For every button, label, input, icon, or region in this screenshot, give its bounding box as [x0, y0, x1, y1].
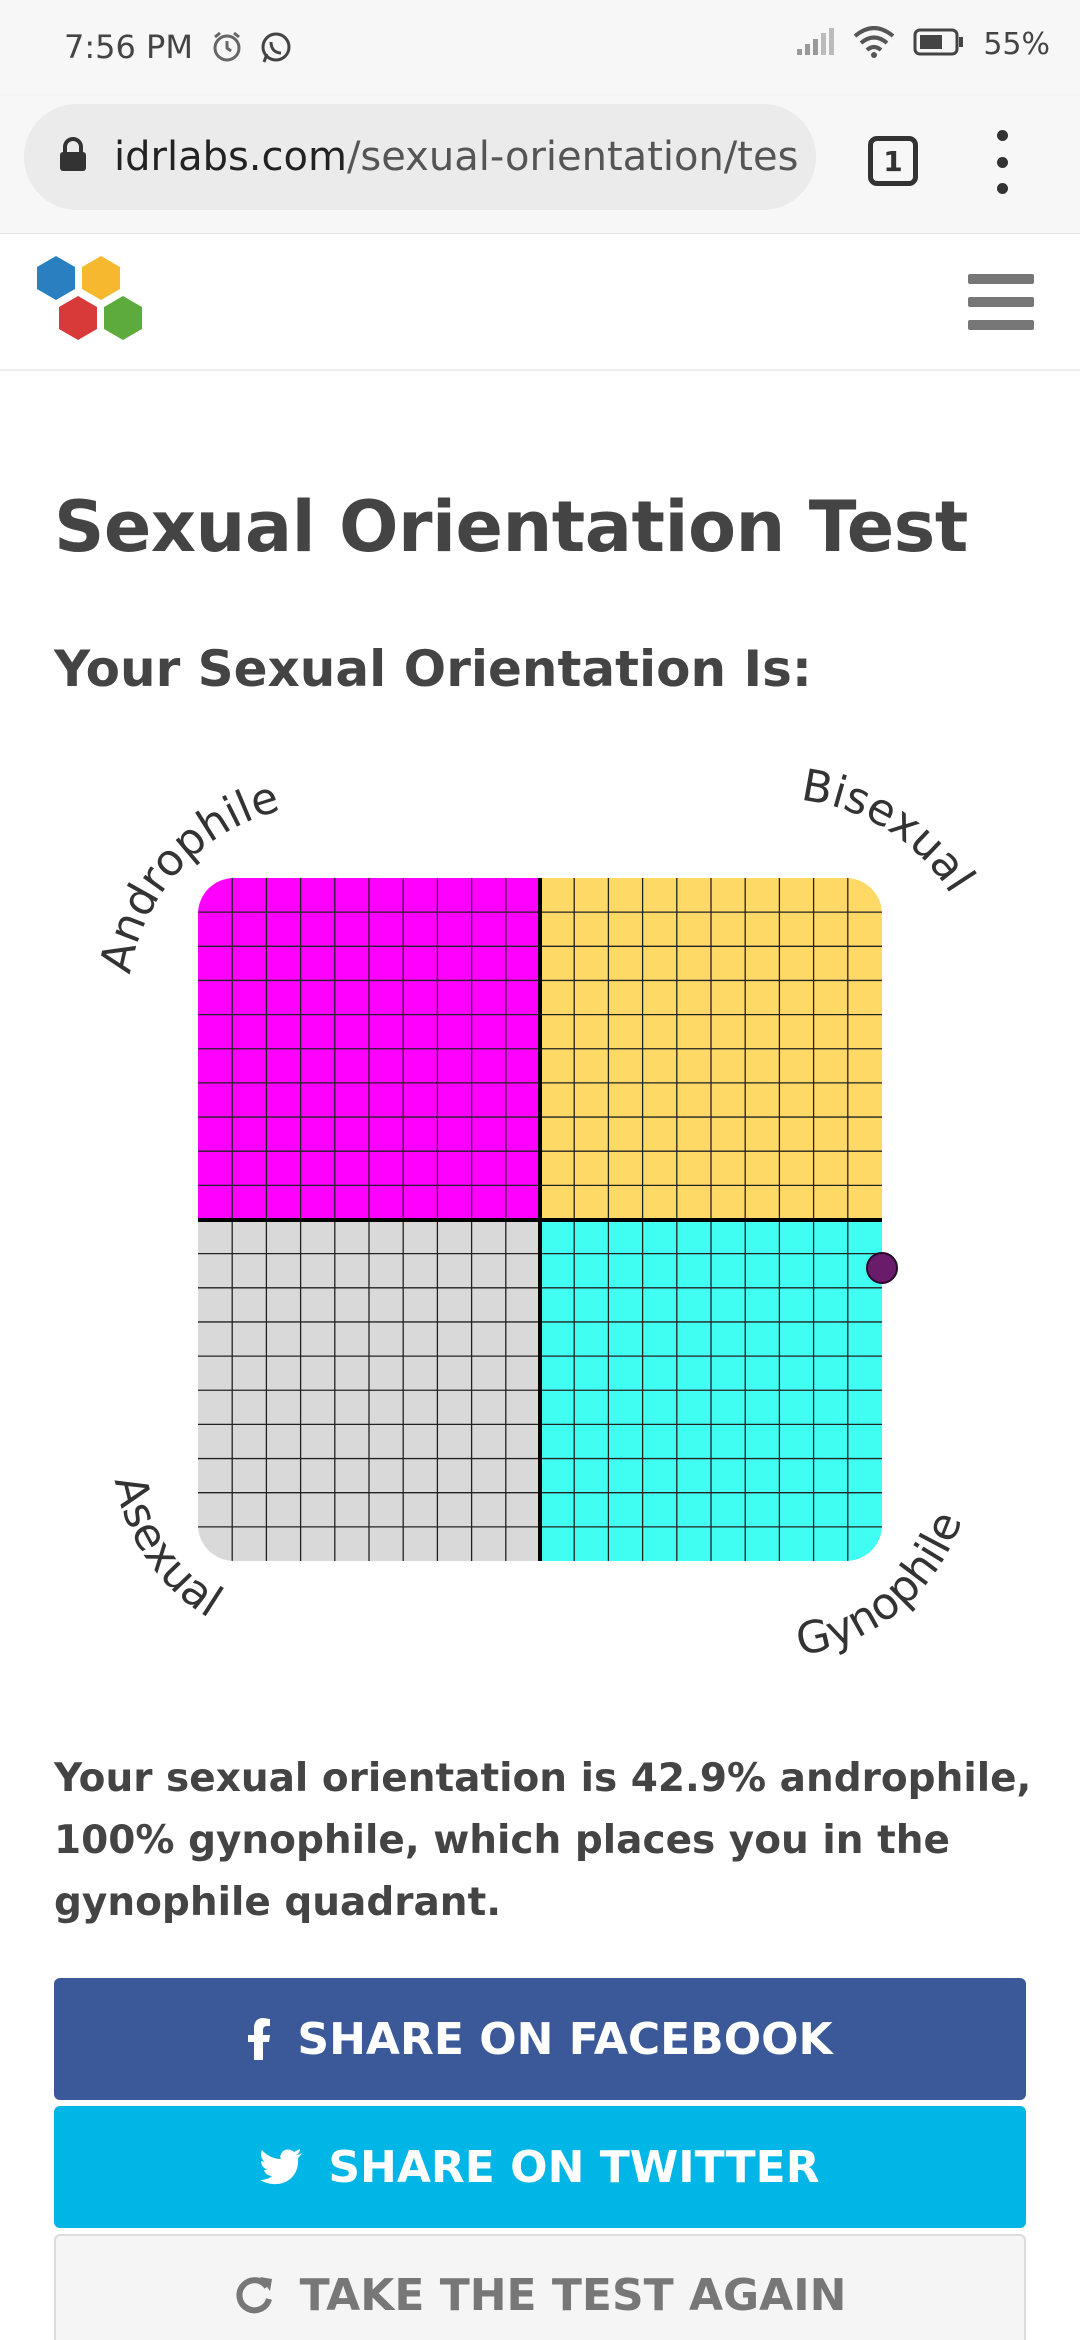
status-time: 7:56 PM: [64, 28, 193, 66]
orientation-chart: Androphile Bisexual Asexual Gynophile: [0, 760, 1080, 1666]
result-heading: Your Sexual Orientation Is:: [54, 640, 812, 698]
site-header: [0, 234, 1080, 371]
site-logo[interactable]: [26, 254, 156, 354]
url-text: idrlabs.com/sexual-orientation/tes: [114, 134, 798, 180]
tab-switcher-button[interactable]: 1: [868, 136, 918, 186]
battery-percentage: 55%: [983, 26, 1050, 62]
address-bar[interactable]: idrlabs.com/sexual-orientation/tes: [24, 104, 816, 210]
retake-test-label: TAKE THE TEST AGAIN: [299, 2269, 847, 2321]
status-system-icons: 55%: [795, 26, 1050, 62]
url-path: /sexual-orientation/tes: [346, 134, 799, 180]
retake-test-button[interactable]: TAKE THE TEST AGAIN: [54, 2234, 1026, 2340]
share-facebook-label: SHARE ON FACEBOOK: [297, 2013, 833, 2065]
status-notification-icons: [210, 30, 294, 70]
status-bar: 7:56 PM 55%: [0, 0, 1080, 96]
hamburger-menu-button[interactable]: [968, 274, 1034, 330]
battery-icon: [913, 27, 965, 61]
orientation-chart-svg: Androphile Bisexual Asexual Gynophile: [90, 760, 984, 1666]
page-title: Sexual Orientation Test: [54, 486, 968, 568]
share-facebook-button[interactable]: SHARE ON FACEBOOK: [54, 1978, 1026, 2100]
whatsapp-icon: [258, 30, 294, 70]
browser-menu-button[interactable]: [990, 130, 1014, 194]
share-twitter-button[interactable]: SHARE ON TWITTER: [54, 2106, 1026, 2228]
facebook-icon: [247, 2018, 271, 2060]
lock-icon: [58, 137, 88, 177]
twitter-icon: [260, 2149, 303, 2185]
result-description: Your sexual orientation is 42.9% androph…: [54, 1756, 1032, 1925]
result-marker: [866, 1251, 898, 1284]
refresh-icon: [234, 2275, 274, 2315]
share-twitter-label: SHARE ON TWITTER: [328, 2141, 820, 2193]
wifi-icon: [853, 26, 895, 62]
browser-toolbar: idrlabs.com/sexual-orientation/tes 1: [0, 96, 1080, 234]
url-domain: idrlabs.com: [114, 134, 347, 180]
signal-icon: [795, 27, 835, 61]
alarm-icon: [210, 30, 244, 70]
